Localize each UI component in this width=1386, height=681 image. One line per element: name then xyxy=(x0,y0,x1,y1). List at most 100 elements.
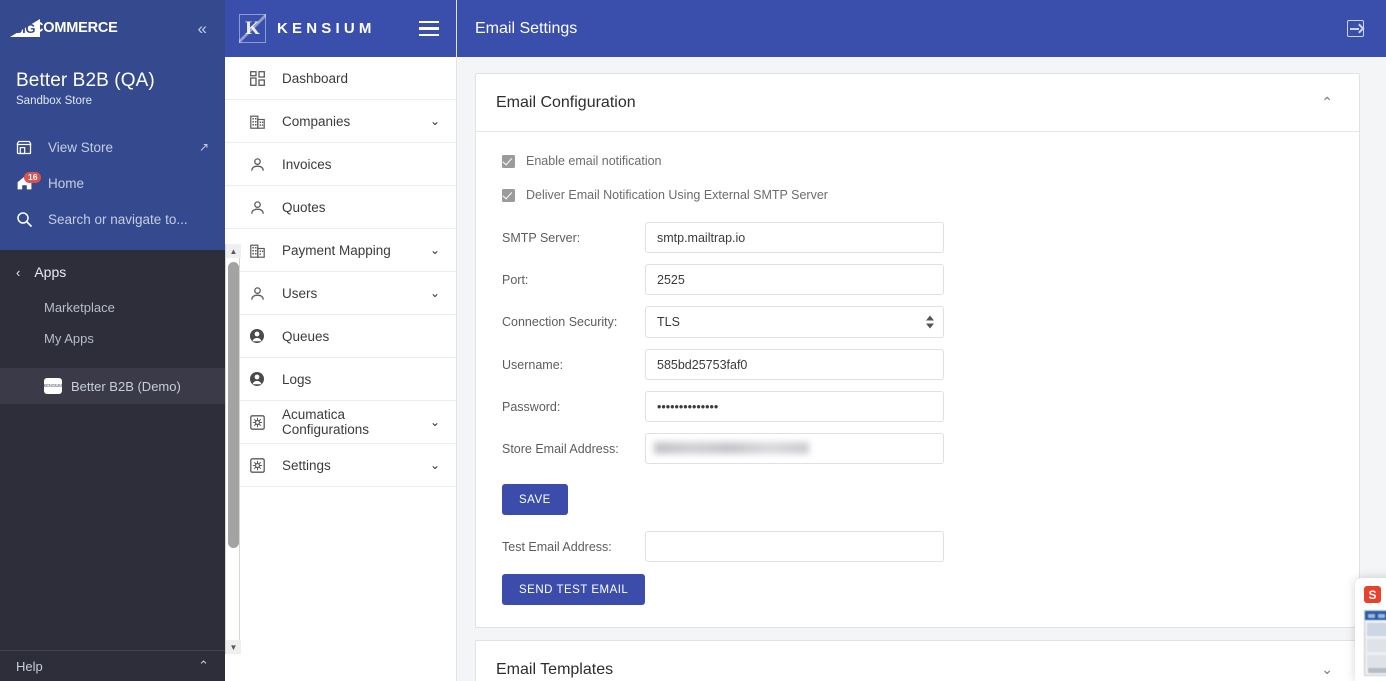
bigcommerce-quick-links: View Store ↗ 16 Home Search or navigate … xyxy=(0,129,225,237)
port-input[interactable] xyxy=(645,264,944,295)
main-content: Email Settings Email Configuration ⌃ Ena… xyxy=(457,0,1386,681)
kensium-nav: Dashboard Companies ⌄ Invoices Quotes Pa… xyxy=(225,57,456,681)
gear-box-icon xyxy=(247,457,267,473)
email-configuration-body: Enable email notification Deliver Email … xyxy=(476,132,1359,627)
send-test-email-button[interactable]: SEND TEST EMAIL xyxy=(502,574,646,605)
username-label: Username: xyxy=(502,357,564,372)
kensium-brand-name: KENSIUM xyxy=(277,20,376,37)
bigcommerce-logo: BIG COMMERCE xyxy=(10,18,118,38)
store-info: Better B2B (QA) Sandbox Store xyxy=(0,56,225,107)
apps-back-header[interactable]: ‹ Apps xyxy=(0,250,225,292)
port-row: Port: xyxy=(502,264,1339,295)
hamburger-icon[interactable] xyxy=(419,20,439,37)
sidebar-item-invoices-label: Invoices xyxy=(282,156,332,172)
kensium-header: K KENSIUM xyxy=(225,0,456,57)
test-email-address-row: Test Email Address: xyxy=(502,531,1339,562)
page-header: Email Settings xyxy=(457,0,1386,57)
person-icon xyxy=(247,157,267,172)
sidebar-item-quotes[interactable]: Quotes xyxy=(225,186,456,229)
email-configuration-card: Email Configuration ⌃ Enable email notif… xyxy=(475,73,1360,628)
scrollbar-thumb[interactable] xyxy=(228,262,239,548)
connection-security-label: Connection Security: xyxy=(502,315,618,329)
view-store-link[interactable]: View Store ↗ xyxy=(16,129,209,165)
password-input[interactable] xyxy=(645,391,944,422)
snagit-capture-popup[interactable]: S Snagit Capture xyxy=(1355,578,1386,681)
home-notification-badge: 16 xyxy=(24,172,42,183)
home-link[interactable]: 16 Home xyxy=(16,165,209,201)
email-templates-header[interactable]: Email Templates ⌄ xyxy=(476,641,1359,681)
sidebar-item-my-apps[interactable]: My Apps xyxy=(0,323,225,354)
page-title: Email Settings xyxy=(475,19,578,37)
store-name: Better B2B (QA) xyxy=(16,70,155,91)
test-email-address-input[interactable] xyxy=(645,531,944,562)
sidebar-item-invoices[interactable]: Invoices xyxy=(225,143,456,186)
email-templates-title: Email Templates xyxy=(496,660,614,678)
deliver-external-smtp-row: Deliver Email Notification Using Externa… xyxy=(502,188,1339,202)
sidebar-item-users-chevron-down-icon: ⌄ xyxy=(429,286,440,300)
search-navigate-link[interactable]: Search or navigate to... xyxy=(16,201,209,237)
sidebar-item-queues[interactable]: Queues xyxy=(225,315,456,358)
sidebar-item-logs[interactable]: Logs xyxy=(225,358,456,401)
apps-title: Apps xyxy=(34,264,67,280)
sidebar-item-users[interactable]: Users ⌄ xyxy=(225,272,456,315)
enable-email-notification-checkbox[interactable] xyxy=(502,154,515,168)
smtp-server-label: SMTP Server: xyxy=(502,230,581,245)
person-circle-icon xyxy=(247,371,267,387)
sidebar-scrollbar[interactable]: ▲ ▼ xyxy=(225,244,241,654)
help-footer[interactable]: Help ⌃ xyxy=(0,650,225,681)
snagit-thumbnail-titlebar xyxy=(1365,611,1386,620)
store-email-address-row: Store Email Address: xyxy=(502,433,1339,464)
save-button-row: SAVE xyxy=(502,484,1339,515)
sidebar-item-queues-label: Queues xyxy=(282,328,330,344)
sidebar-item-acumatica-configurations[interactable]: Acumatica Configurations ⌄ xyxy=(225,401,456,444)
scrollbar-up-arrow-icon[interactable]: ▲ xyxy=(226,244,241,258)
password-row: Password: xyxy=(502,391,1339,422)
scrollbar-down-arrow-icon[interactable]: ▼ xyxy=(226,640,241,654)
bigcommerce-logo-big-text: BIG xyxy=(13,21,36,36)
snagit-popup-header: S Snagit Capture xyxy=(1364,586,1386,603)
smtp-server-input[interactable] xyxy=(645,222,944,253)
email-configuration-chevron-up-icon[interactable]: ⌃ xyxy=(1321,94,1333,111)
username-input[interactable] xyxy=(645,349,944,380)
email-configuration-header: Email Configuration ⌃ xyxy=(476,74,1359,132)
page-body: Email Configuration ⌃ Enable email notif… xyxy=(457,57,1386,681)
external-link-icon: ↗ xyxy=(198,140,209,154)
sidebar-collapse-icon[interactable]: « xyxy=(194,16,211,41)
gear-box-icon xyxy=(247,414,267,430)
sidebar-item-logs-label: Logs xyxy=(282,371,312,387)
kensium-logo-icon: K xyxy=(239,14,266,43)
building-icon xyxy=(247,243,267,258)
test-email-address-label: Test Email Address: xyxy=(502,539,612,554)
store-email-address-label: Store Email Address: xyxy=(502,441,619,456)
username-row: Username: xyxy=(502,349,1339,380)
logout-icon[interactable] xyxy=(1347,20,1364,37)
home-icon: 16 xyxy=(16,172,42,191)
sidebar-item-settings-chevron-down-icon: ⌄ xyxy=(429,458,440,472)
snagit-preview-thumbnail[interactable] xyxy=(1364,610,1386,676)
sidebar-item-acumatica-configurations-label: Acumatica Configurations xyxy=(282,407,370,437)
connection-security-select[interactable]: TLS xyxy=(645,306,944,338)
store-email-address-wrap xyxy=(645,433,944,464)
dashboard-grid-icon xyxy=(247,70,267,86)
save-button[interactable]: SAVE xyxy=(502,484,568,515)
help-label: Help xyxy=(16,658,43,674)
better-b2b-app-icon-text: KENSIUM xyxy=(44,383,62,389)
sidebar-item-marketplace[interactable]: Marketplace xyxy=(0,292,225,323)
bigcommerce-sidebar-top: BIG COMMERCE « Better B2B (QA) Sandbox S… xyxy=(0,0,225,250)
store-subtitle: Sandbox Store xyxy=(16,95,93,107)
sidebar-item-companies[interactable]: Companies ⌄ xyxy=(225,100,456,143)
enable-email-notification-row: Enable email notification xyxy=(502,154,1339,168)
email-configuration-title: Email Configuration xyxy=(496,93,636,111)
bigcommerce-logo-bar: BIG COMMERCE « xyxy=(0,0,225,56)
snagit-thumbnail-left-tabs xyxy=(1367,623,1386,671)
deliver-external-smtp-checkbox[interactable] xyxy=(502,188,515,202)
sidebar-item-dashboard[interactable]: Dashboard xyxy=(225,57,456,100)
sidebar-item-settings[interactable]: Settings ⌄ xyxy=(225,444,456,487)
view-store-label: View Store xyxy=(48,139,114,155)
sidebar-item-payment-mapping[interactable]: Payment Mapping ⌄ xyxy=(225,229,456,272)
email-templates-chevron-down-icon[interactable]: ⌄ xyxy=(1321,661,1333,678)
bigcommerce-sidebar: BIG COMMERCE « Better B2B (QA) Sandbox S… xyxy=(0,0,225,681)
bigcommerce-logo-mark-icon: BIG xyxy=(10,18,40,38)
sidebar-item-better-b2b-demo[interactable]: KENSIUM Better B2B (Demo) xyxy=(0,368,225,404)
chevron-left-icon: ‹ xyxy=(16,264,21,280)
